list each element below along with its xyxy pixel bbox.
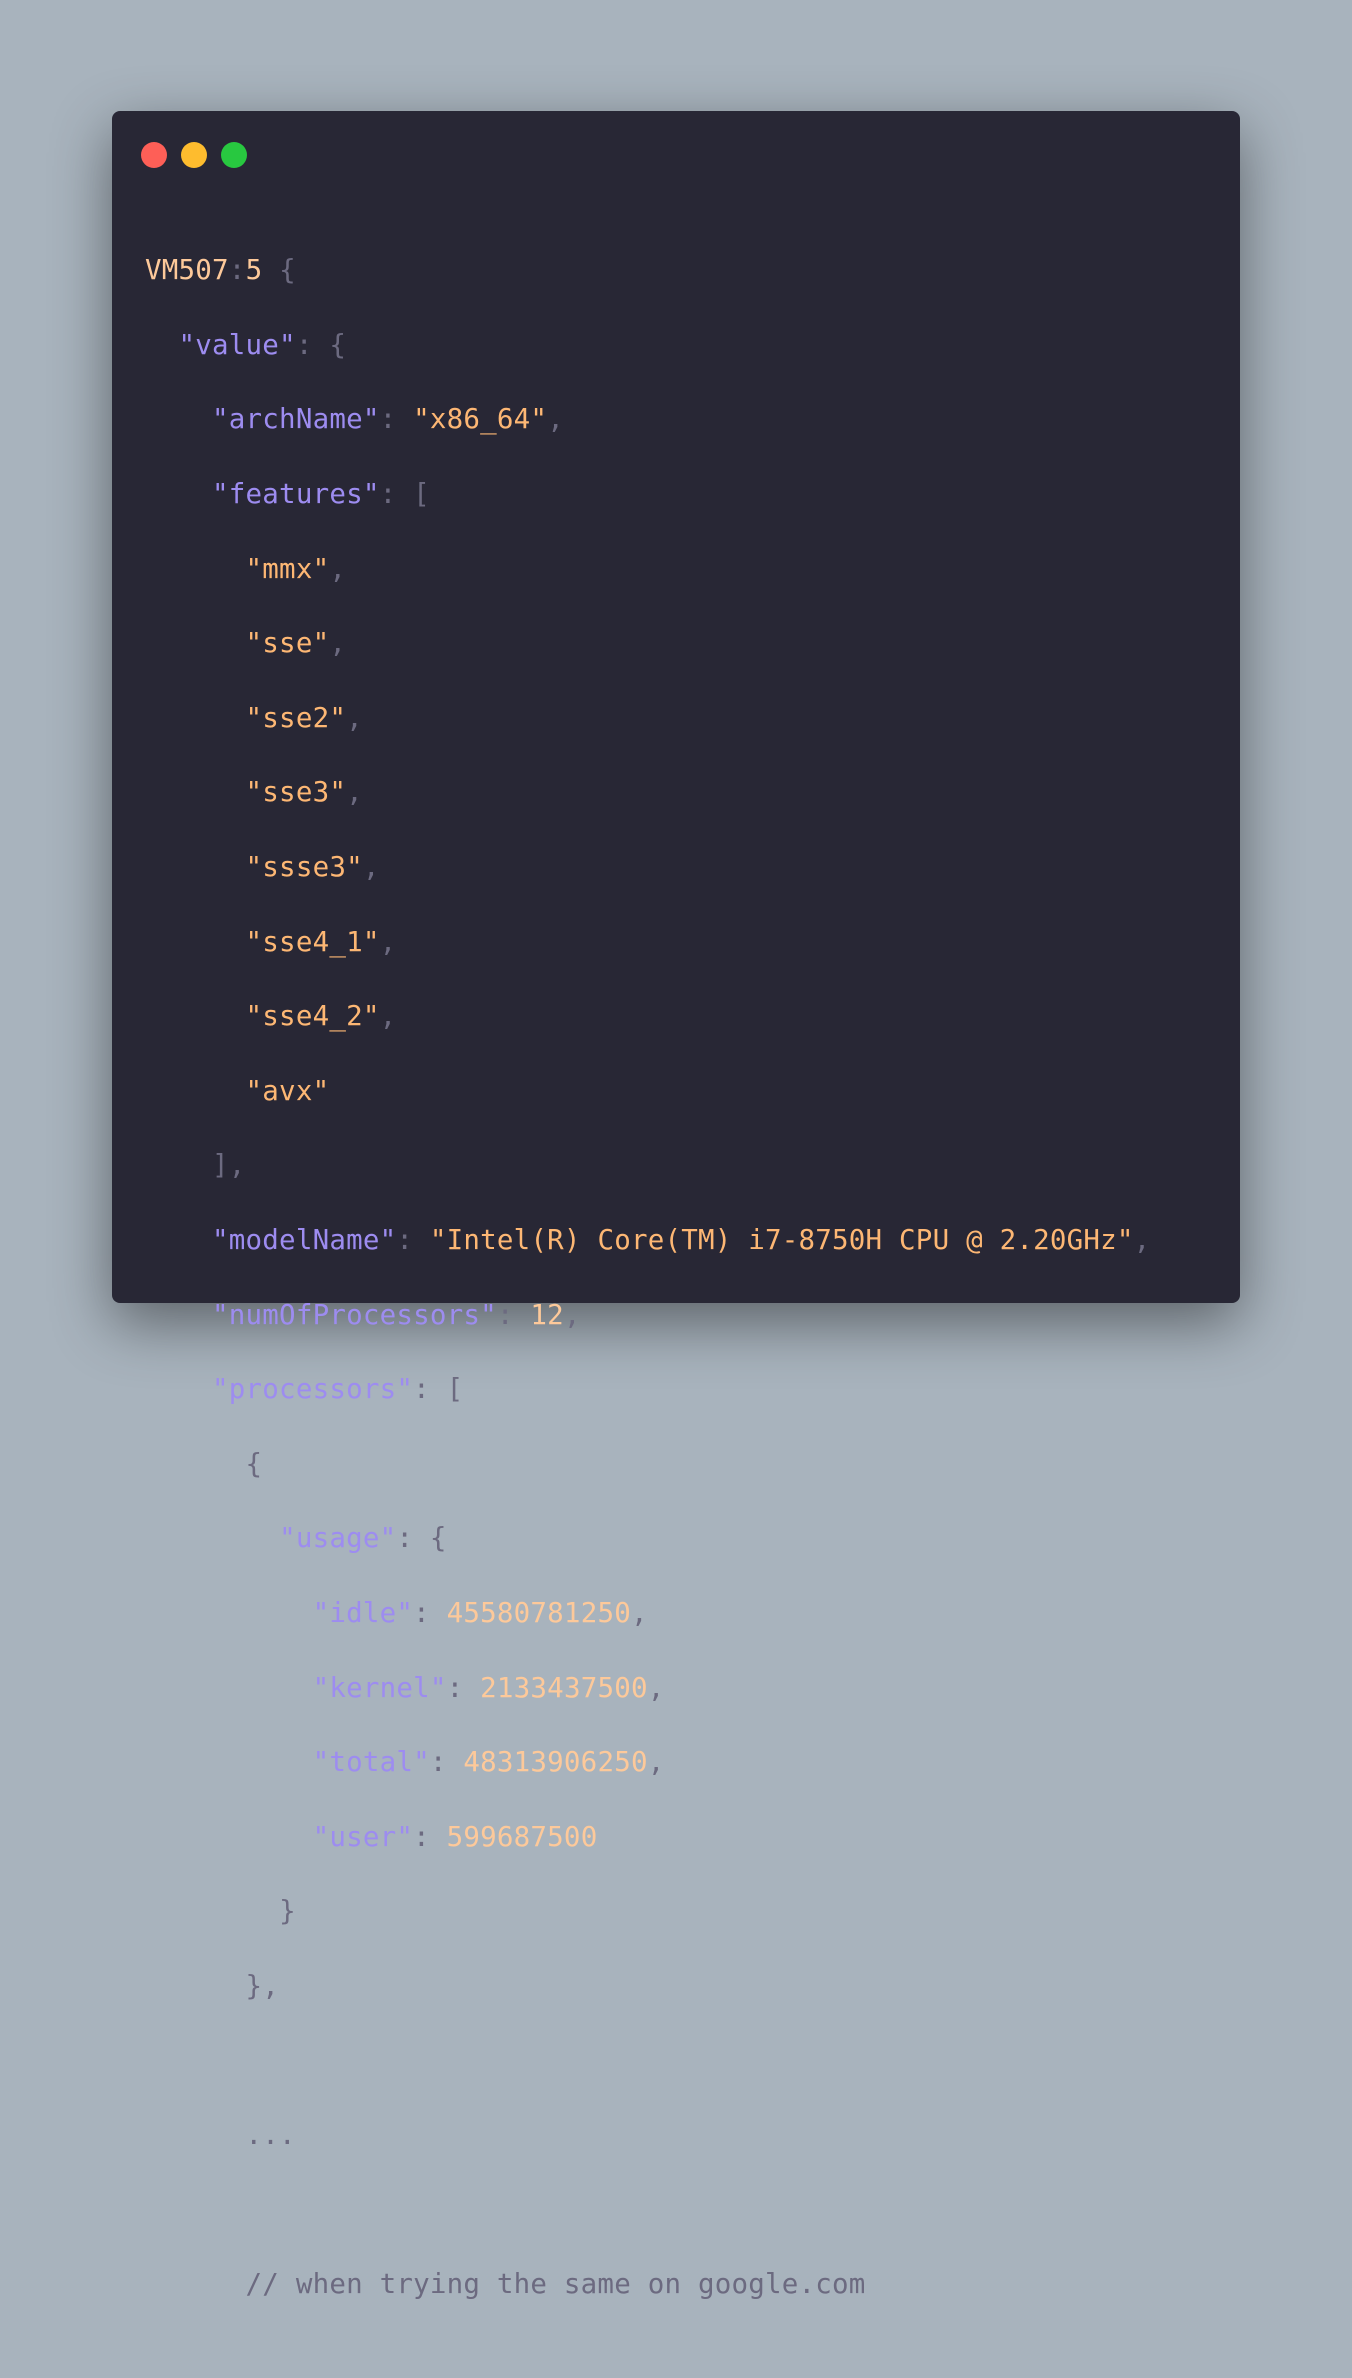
code-line: "processors": [ <box>212 1373 464 1406</box>
json-string: "avx" <box>245 1074 330 1107</box>
json-string: "sse" <box>245 627 330 660</box>
json-key: "numOfProcessors" <box>212 1298 497 1331</box>
json-key: "kernel" <box>312 1671 447 1704</box>
json-key: "user" <box>312 1820 414 1853</box>
json-key: "total" <box>312 1746 430 1779</box>
code-line: VM507:5 { <box>145 254 296 287</box>
json-number: 2133437500 <box>480 1671 648 1704</box>
json-key: "usage" <box>279 1522 397 1555</box>
code-line: "sse4_2", <box>245 1000 397 1033</box>
json-string: "sse3" <box>245 776 347 809</box>
code-line: ], <box>212 1149 246 1182</box>
json-number: 12 <box>530 1298 564 1331</box>
code-line: "numOfProcessors": 12, <box>212 1298 581 1331</box>
json-key: "processors" <box>212 1373 414 1406</box>
code-line: "archName": "x86_64", <box>212 403 564 436</box>
json-string: "sse2" <box>245 701 347 734</box>
code-line: // when trying the same on google.com <box>145 2266 1150 2303</box>
code-line: "sse", <box>245 627 347 660</box>
json-number: 45580781250 <box>446 1596 631 1629</box>
json-key: "features" <box>212 478 380 511</box>
json-string: "Intel(R) Core(TM) i7-8750H CPU @ 2.20GH… <box>429 1224 1134 1257</box>
maximize-button[interactable] <box>221 142 247 168</box>
code-line: "sse4_1", <box>245 925 397 958</box>
code-block: VM507:5 { "value": { "archName": "x86_64… <box>145 215 1150 2378</box>
code-comment: // when trying the same on google.com <box>245 2268 866 2301</box>
json-key: "modelName" <box>212 1224 397 1257</box>
code-line: "avx" <box>145 1073 1150 1110</box>
code-line: "features": [ <box>212 478 430 511</box>
code-line: "kernel": 2133437500, <box>312 1671 665 1704</box>
code-line: }, <box>245 1969 280 2002</box>
code-line: "usage": { <box>279 1522 447 1555</box>
close-button[interactable] <box>141 142 167 168</box>
json-key: "archName" <box>212 403 380 436</box>
json-number: 48313906250 <box>463 1746 648 1779</box>
source-line-number: 5 <box>245 254 263 287</box>
code-line: { <box>245 1447 263 1480</box>
json-string: "x86_64" <box>413 403 548 436</box>
code-line: "sse3", <box>245 776 363 809</box>
code-line: "value": { <box>178 328 347 361</box>
json-string: "sse4_1" <box>245 925 380 958</box>
json-number: 599687500 <box>446 1820 598 1853</box>
code-line: "user": 599687500 <box>312 1820 598 1853</box>
code-line: ... <box>145 2117 1150 2154</box>
json-key: "idle" <box>312 1596 414 1629</box>
code-line: "ssse3", <box>245 851 380 884</box>
code-line: } <box>279 1895 296 1928</box>
code-line: "modelName": "Intel(R) Core(TM) i7-8750H… <box>212 1224 1151 1257</box>
source-label: VM507 <box>145 254 229 287</box>
json-string: "mmx" <box>245 552 330 585</box>
code-line: "total": 48313906250, <box>312 1746 665 1779</box>
minimize-button[interactable] <box>181 142 207 168</box>
code-line: "idle": 45580781250, <box>312 1596 648 1629</box>
window-controls <box>141 142 247 168</box>
json-string: "sse4_2" <box>245 1000 380 1033</box>
code-line: "mmx", <box>245 552 347 585</box>
ellipsis: ... <box>245 2119 296 2152</box>
code-window: VM507:5 { "value": { "archName": "x86_64… <box>112 111 1240 2300</box>
json-string: "ssse3" <box>245 851 363 884</box>
code-line: "sse2", <box>245 701 363 734</box>
json-key: "value" <box>178 328 296 361</box>
